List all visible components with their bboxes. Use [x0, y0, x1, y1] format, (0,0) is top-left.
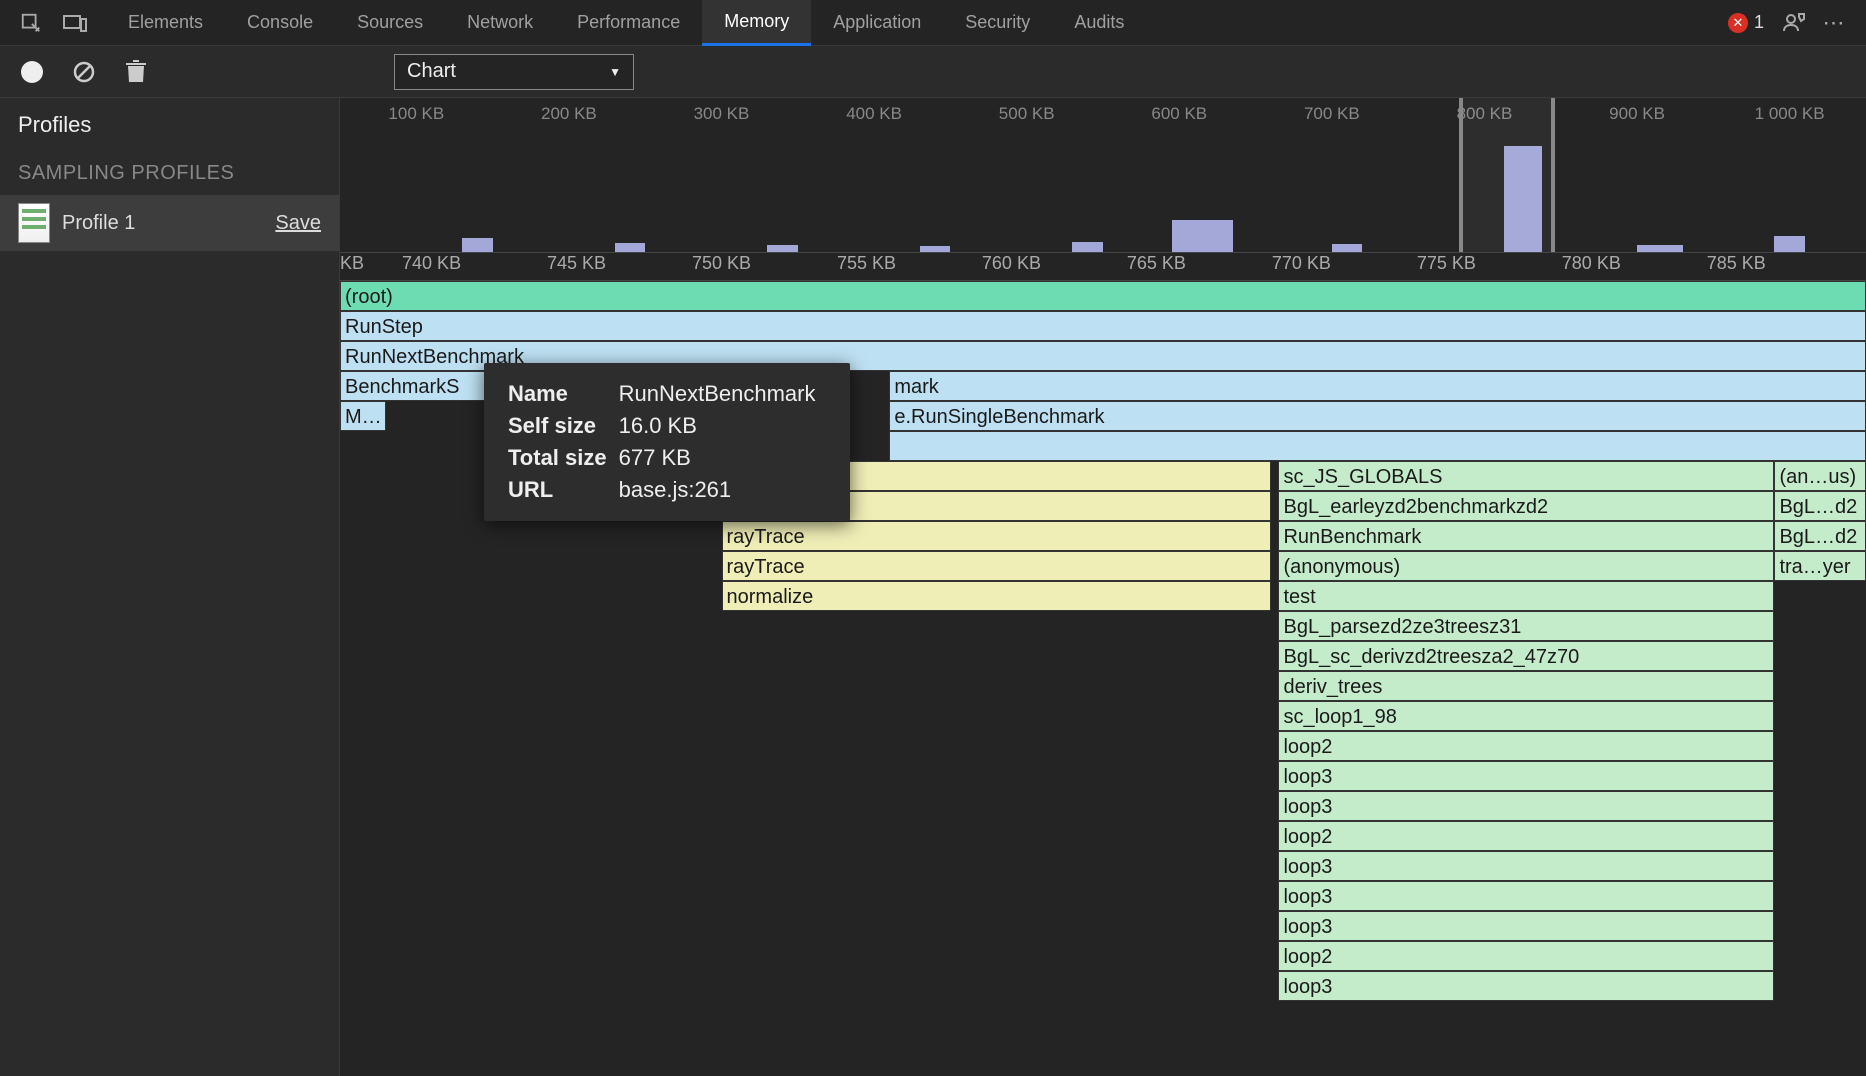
flame-tra-yer[interactable]: tra…yer: [1774, 551, 1866, 581]
flame-anon-us[interactable]: (an…us): [1774, 461, 1866, 491]
chevron-down-icon: ▼: [609, 65, 621, 79]
profile-name: Profile 1: [62, 212, 135, 235]
flame-runstep[interactable]: RunStep: [340, 311, 1866, 341]
flame-loop3c[interactable]: loop3: [1278, 851, 1774, 881]
flame-root[interactable]: (root): [340, 281, 1866, 311]
flame-loop2a[interactable]: loop2: [1278, 731, 1774, 761]
flame-bgl-d2a[interactable]: BgL…d2: [1774, 491, 1866, 521]
tab-network[interactable]: Network: [445, 0, 555, 46]
flame-loop2b[interactable]: loop2: [1278, 821, 1774, 851]
tab-sources[interactable]: Sources: [335, 0, 445, 46]
flame-raytrace-1[interactable]: rayTrace: [722, 521, 1271, 551]
tab-security[interactable]: Security: [943, 0, 1052, 46]
overview-bars: [340, 137, 1866, 252]
profile-sheet-icon: [18, 203, 50, 243]
overview-axis-ticks: 100 KB 200 KB 300 KB 400 KB 500 KB 600 K…: [340, 104, 1866, 124]
flame-scloop1[interactable]: sc_loop1_98: [1278, 701, 1774, 731]
flame-raytrace-2[interactable]: rayTrace: [722, 551, 1271, 581]
sidebar-subheading: SAMPLING PROFILES: [0, 152, 339, 195]
flame-loop3d[interactable]: loop3: [1278, 881, 1774, 911]
detail-ruler[interactable]: KB 740 KB 745 KB 750 KB 755 KB 760 KB 76…: [340, 253, 1866, 281]
overview-chart[interactable]: 100 KB 200 KB 300 KB 400 KB 500 KB 600 K…: [340, 98, 1866, 253]
flame-chart[interactable]: (root) RunStep RunNextBenchmark Benchmar…: [340, 281, 1866, 1041]
profile-row[interactable]: Profile 1 Save: [0, 195, 339, 251]
flame-tooltip: NameRunNextBenchmark Self size16.0 KB To…: [484, 363, 850, 521]
flame-test[interactable]: test: [1278, 581, 1774, 611]
record-button[interactable]: [18, 58, 46, 86]
flame-loop3f[interactable]: loop3: [1278, 971, 1774, 1001]
flame-bgl-deriv[interactable]: BgL_sc_derivzd2treesza2_47z70: [1278, 641, 1774, 671]
flame-loop2c[interactable]: loop2: [1278, 941, 1774, 971]
clear-icon[interactable]: [70, 58, 98, 86]
flame-runsingle-right[interactable]: e.RunSingleBenchmark: [889, 401, 1866, 431]
profiles-sidebar: Profiles SAMPLING PROFILES Profile 1 Sav…: [0, 98, 340, 1076]
delete-icon[interactable]: [122, 58, 150, 86]
flame-deriv-trees[interactable]: deriv_trees: [1278, 671, 1774, 701]
flame-normalize[interactable]: normalize: [722, 581, 1271, 611]
feedback-icon[interactable]: [1780, 10, 1806, 36]
flame-benchmarks-left[interactable]: BenchmarkS: [340, 371, 485, 401]
flame-loop3e[interactable]: loop3: [1278, 911, 1774, 941]
inspect-element-icon[interactable]: [18, 10, 44, 36]
flame-benchmark-right[interactable]: mark: [889, 371, 1866, 401]
device-toolbar-icon[interactable]: [62, 10, 88, 36]
flame-loop3a[interactable]: loop3: [1278, 761, 1774, 791]
errors-indicator[interactable]: ✕ 1: [1728, 12, 1764, 33]
flame-loop3b[interactable]: loop3: [1278, 791, 1774, 821]
overview-selection-window[interactable]: [1459, 98, 1555, 252]
tab-audits[interactable]: Audits: [1052, 0, 1146, 46]
flame-bgl-earley[interactable]: BgL_earleyzd2benchmarkzd2: [1278, 491, 1774, 521]
view-mode-select[interactable]: Chart ▼: [394, 54, 634, 90]
flame-freeblock1[interactable]: [889, 431, 1866, 461]
tab-application[interactable]: Application: [811, 0, 943, 46]
flame-measure[interactable]: Measure: [340, 401, 386, 431]
tab-console[interactable]: Console: [225, 0, 335, 46]
flame-bgl-parse[interactable]: BgL_parsezd2ze3treesz31: [1278, 611, 1774, 641]
view-mode-value: Chart: [407, 60, 456, 83]
save-link[interactable]: Save: [275, 212, 321, 235]
sidebar-heading: Profiles: [0, 98, 339, 152]
flame-bgl-d2b[interactable]: BgL…d2: [1774, 521, 1866, 551]
flame-runbenchmark[interactable]: RunBenchmark: [1278, 521, 1774, 551]
errors-count: 1: [1754, 12, 1764, 33]
more-icon[interactable]: ⋯: [1822, 10, 1848, 36]
flame-scjsglobals[interactable]: sc_JS_GLOBALS: [1278, 461, 1774, 491]
flame-anonymous[interactable]: (anonymous): [1278, 551, 1774, 581]
tab-elements[interactable]: Elements: [106, 0, 225, 46]
tab-memory[interactable]: Memory: [702, 0, 811, 46]
tab-performance[interactable]: Performance: [555, 0, 702, 46]
error-icon: ✕: [1728, 13, 1748, 33]
